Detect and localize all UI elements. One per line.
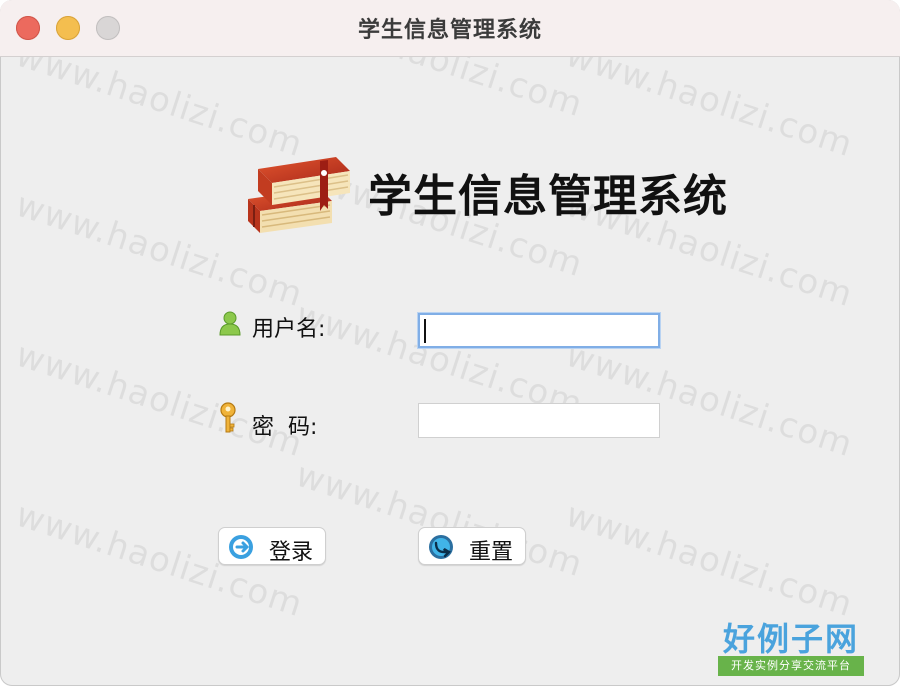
watermark: www.haolizi.com (561, 494, 858, 626)
watermark: www.haolizi.com (11, 334, 308, 466)
login-arrow-icon (229, 535, 253, 559)
books-icon (248, 157, 350, 233)
text-caret (424, 319, 426, 343)
app-title: 学生信息管理系统 (368, 171, 728, 222)
brand-logo: 好例子网 开发实例分享交流平台 (716, 614, 866, 678)
title-bar[interactable]: 学生信息管理系统 (0, 0, 900, 57)
password-label: 密 码: (252, 415, 318, 440)
reset-button-label: 重置 (469, 540, 514, 565)
username-label: 用户名: (252, 317, 326, 342)
app-window: www.haolizi.com www.haolizi.com www.haol… (0, 0, 900, 686)
brand-tagline: 开发实例分享交流平台 (718, 656, 864, 676)
user-icon (219, 311, 241, 336)
login-button-label: 登录 (269, 540, 314, 565)
watermark: www.haolizi.com (291, 454, 588, 586)
key-icon (220, 402, 236, 433)
username-input[interactable] (418, 313, 660, 348)
watermark: www.haolizi.com (561, 334, 858, 466)
window-title: 学生信息管理系统 (357, 18, 542, 43)
reset-button[interactable]: 重置 (418, 527, 526, 565)
password-input[interactable] (418, 403, 660, 438)
login-button[interactable]: 登录 (218, 527, 326, 565)
reset-arrow-icon (429, 535, 453, 559)
brand-name: 好例子网 (722, 620, 859, 658)
